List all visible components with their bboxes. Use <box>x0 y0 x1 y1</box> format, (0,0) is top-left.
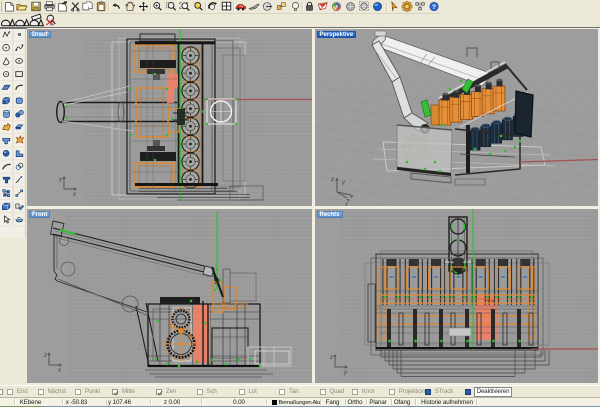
svg-text:x: x <box>57 368 62 374</box>
svg-text:y: y <box>58 177 63 183</box>
svg-text:x: x <box>72 192 77 198</box>
svg-text:z: z <box>330 177 334 183</box>
svg-text:y: y <box>343 370 348 376</box>
svg-text:y: y <box>341 180 346 186</box>
svg-text:z: z <box>43 353 47 359</box>
svg-text:?: ? <box>432 4 436 11</box>
svg-text:z: z <box>329 355 333 361</box>
